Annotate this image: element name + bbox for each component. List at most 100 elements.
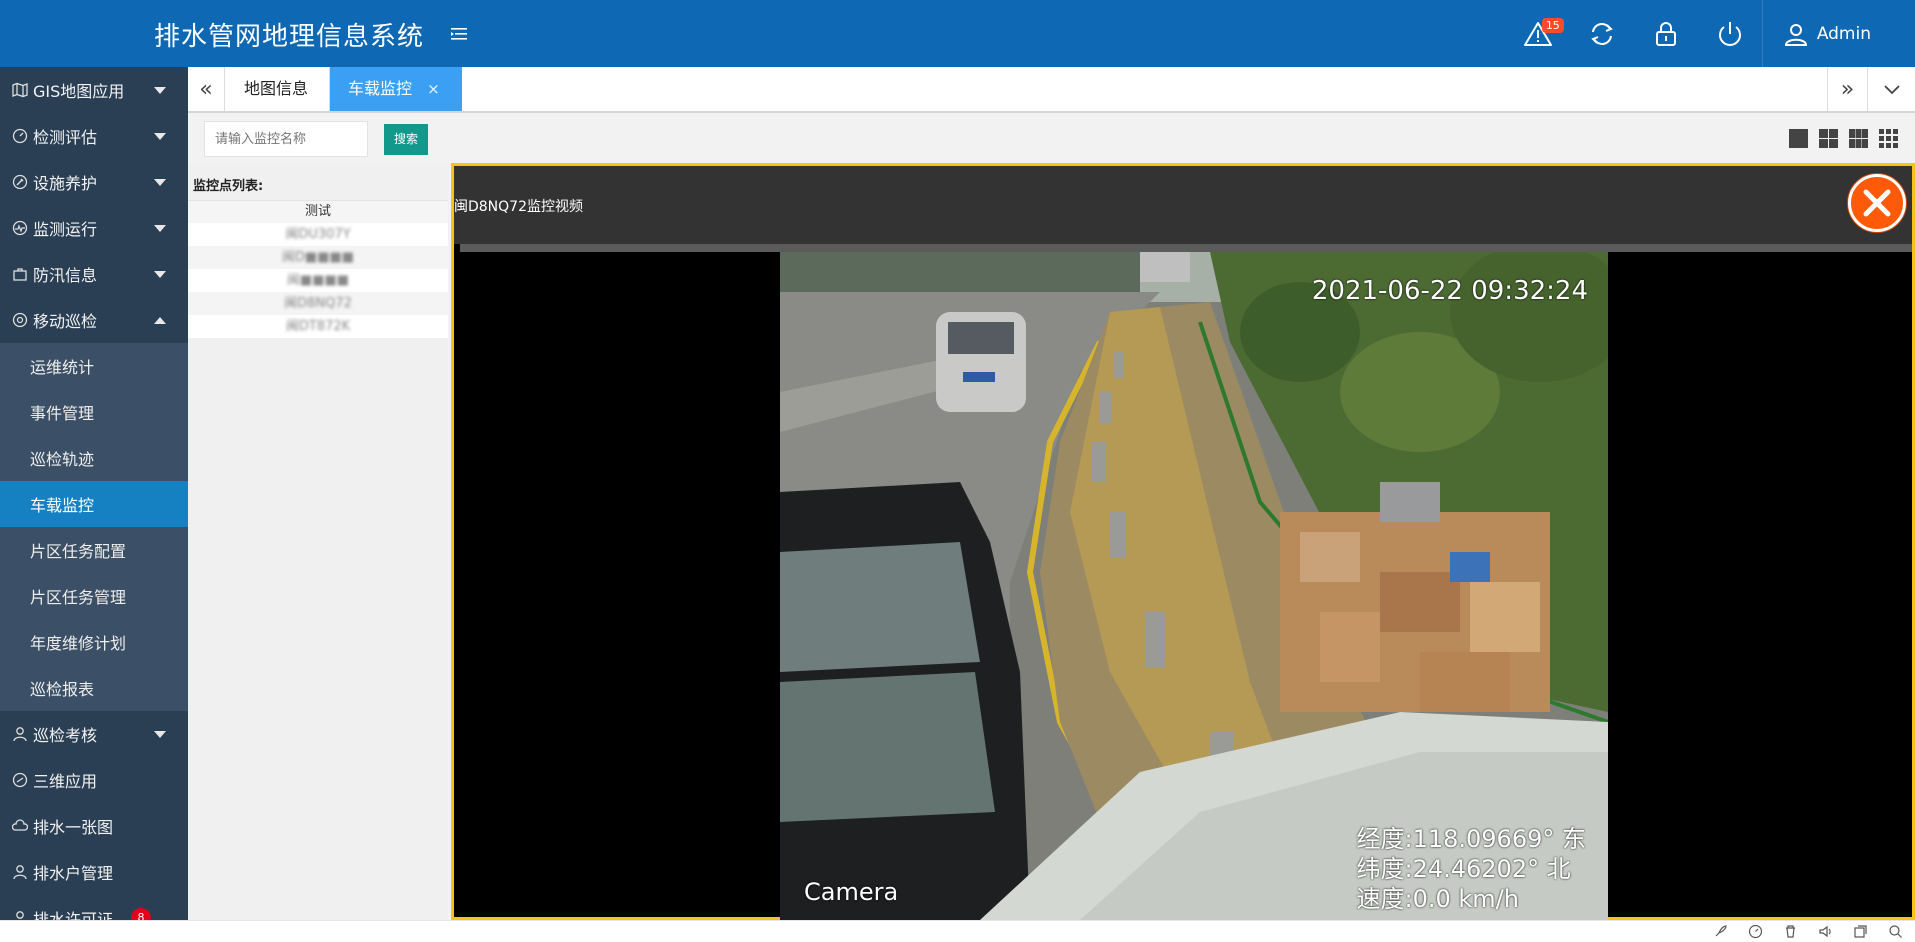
user-icon bbox=[13, 727, 27, 742]
briefcase-icon bbox=[13, 268, 27, 281]
search-input[interactable] bbox=[204, 121, 368, 157]
sidebar: GIS地图应用 检测评估 设施养护 监测运行 防汛信息 移动巡检 运维统计 事件… bbox=[0, 67, 188, 920]
sidebar-subitem-annual-repair-plan[interactable]: 年度维修计划 bbox=[0, 619, 188, 665]
sidebar-item-inspection-eval[interactable]: 检测评估 bbox=[0, 113, 188, 159]
sidebar-item-flood-info[interactable]: 防汛信息 bbox=[0, 251, 188, 297]
menu-toggle-icon[interactable] bbox=[450, 26, 468, 42]
top-header: 排水管网地理信息系统 15 Admin bbox=[0, 0, 1915, 67]
double-chevron-right-icon: » bbox=[1840, 76, 1855, 102]
window-icon[interactable] bbox=[1853, 924, 1868, 939]
sidebar-item-mobile-inspection[interactable]: 移动巡检 bbox=[0, 297, 188, 343]
layout-1x1-icon[interactable] bbox=[1788, 128, 1809, 149]
trash-icon[interactable] bbox=[1783, 924, 1798, 939]
lock-icon bbox=[1655, 21, 1676, 46]
layout-switcher bbox=[1788, 128, 1899, 149]
speed-icon[interactable] bbox=[1748, 924, 1763, 939]
camera-label: Camera bbox=[804, 878, 899, 906]
tab-vehicle-monitor[interactable]: 车载监控 × bbox=[330, 67, 462, 111]
monitor-plate: 闽D■■■■ bbox=[281, 250, 355, 265]
longitude-readout: 经度:118.09669° 东 bbox=[1356, 825, 1587, 853]
sidebar-item-drainage-user-mgmt[interactable]: 排水户管理 bbox=[0, 849, 188, 895]
volume-icon[interactable] bbox=[1818, 924, 1833, 939]
refresh-button[interactable] bbox=[1570, 0, 1634, 67]
sidebar-subitem-event-mgmt[interactable]: 事件管理 bbox=[0, 389, 188, 435]
double-chevron-left-icon: « bbox=[199, 76, 213, 102]
tab-close-icon[interactable]: × bbox=[427, 80, 440, 98]
alert-count-badge: 15 bbox=[1541, 18, 1564, 33]
sidebar-item-label: 排水一张图 bbox=[33, 818, 114, 837]
monitor-list-item[interactable]: 闽■■■■ bbox=[188, 269, 448, 292]
chevron-down-icon bbox=[154, 87, 166, 94]
pulse-icon bbox=[12, 220, 28, 236]
sidebar-item-label: 检测评估 bbox=[33, 128, 98, 147]
close-video-button[interactable] bbox=[1848, 174, 1906, 232]
rocket-icon[interactable] bbox=[1713, 924, 1728, 939]
sidebar-item-label: 排水户管理 bbox=[33, 864, 114, 883]
sidebar-subitem-ops-stats[interactable]: 运维统计 bbox=[0, 343, 188, 389]
search-button[interactable]: 搜索 bbox=[384, 124, 428, 155]
cloud-icon bbox=[12, 819, 28, 831]
speed-readout: 速度:0.0 km/h bbox=[1356, 885, 1519, 913]
user-menu[interactable]: Admin bbox=[1761, 0, 1915, 67]
tab-scroll-right-button[interactable]: » bbox=[1827, 67, 1867, 111]
latitude-readout: 纬度:24.46202° 北 bbox=[1356, 855, 1571, 883]
sidebar-item-label: GIS地图应用 bbox=[33, 82, 125, 101]
chevron-up-icon bbox=[154, 317, 166, 324]
video-stream[interactable]: 2021-06-22 09:32:24 Camera 经度:118.09669°… bbox=[780, 252, 1608, 920]
sidebar-item-label: 排水许可证 bbox=[33, 910, 114, 920]
gauge-icon bbox=[12, 772, 28, 788]
sidebar-subitem-vehicle-monitor[interactable]: 车载监控 bbox=[0, 481, 188, 527]
sidebar-subitem-area-task-config[interactable]: 片区任务配置 bbox=[0, 527, 188, 573]
refresh-icon bbox=[1591, 22, 1613, 45]
chevron-down-icon bbox=[1883, 85, 1900, 95]
monitor-plate: 闽DU307Y bbox=[285, 227, 351, 242]
search-icon[interactable] bbox=[1888, 924, 1903, 939]
monitor-list-title: 监控点列表: bbox=[193, 179, 264, 194]
sidebar-item-label: 防汛信息 bbox=[33, 266, 98, 285]
sidebar-item-drainage-map[interactable]: 排水一张图 bbox=[0, 803, 188, 849]
close-icon bbox=[1863, 189, 1891, 217]
sidebar-item-label: 移动巡检 bbox=[33, 312, 98, 331]
sidebar-item-patrol-assessment[interactable]: 巡检考核 bbox=[0, 711, 188, 757]
alert-button[interactable]: 15 bbox=[1506, 0, 1570, 67]
sidebar-item-monitoring[interactable]: 监测运行 bbox=[0, 205, 188, 251]
permit-count-badge: 8 bbox=[131, 908, 152, 920]
sidebar-subitem-patrol-report[interactable]: 巡检报表 bbox=[0, 665, 188, 711]
chevron-down-icon bbox=[154, 731, 166, 738]
power-button[interactable] bbox=[1698, 0, 1762, 67]
sidebar-subitem-area-task-mgmt[interactable]: 片区任务管理 bbox=[0, 573, 188, 619]
gauge-icon bbox=[12, 128, 28, 144]
tab-map-info[interactable]: 地图信息 bbox=[226, 67, 330, 111]
tab-scroll-left-button[interactable]: « bbox=[188, 67, 225, 111]
tab-label: 车载监控 bbox=[348, 79, 413, 98]
tab-menu-button[interactable] bbox=[1867, 67, 1915, 111]
sidebar-item-label: 三维应用 bbox=[33, 772, 98, 791]
sidebar-item-label: 监测运行 bbox=[33, 220, 98, 239]
lock-button[interactable] bbox=[1634, 0, 1698, 67]
monitor-list-item[interactable]: 闽D8NQ72 bbox=[188, 292, 448, 315]
sidebar-item-drainage-permit[interactable]: 排水许可证 8 bbox=[0, 895, 188, 920]
power-icon bbox=[1718, 21, 1741, 46]
video-title: 闽D8NQ72监控视频 bbox=[454, 199, 583, 215]
monitor-list-item[interactable]: 闽DU307Y bbox=[188, 223, 448, 246]
monitor-list-item[interactable]: 闽DT872K bbox=[188, 315, 448, 338]
layout-3x3-icon[interactable] bbox=[1848, 128, 1869, 149]
sidebar-submenu: 运维统计 事件管理 巡检轨迹 车载监控 片区任务配置 片区任务管理 年度维修计划… bbox=[0, 343, 188, 711]
layout-4x4-icon[interactable] bbox=[1878, 128, 1899, 149]
monitor-list-item[interactable]: 闽D■■■■ bbox=[188, 246, 448, 269]
layout-2x2-icon[interactable] bbox=[1818, 128, 1839, 149]
monitor-list-panel: 监控点列表: 测试 闽DU307Y 闽D■■■■ 闽■■■■ 闽D8NQ72 闽… bbox=[188, 165, 448, 920]
sidebar-item-maintenance[interactable]: 设施养护 bbox=[0, 159, 188, 205]
sidebar-item-gis[interactable]: GIS地图应用 bbox=[0, 67, 188, 113]
user-icon bbox=[13, 865, 27, 880]
video-panel: 闽D8NQ72监控视频 2021-06-22 09:32:24 Camera 经… bbox=[451, 163, 1915, 920]
wrench-icon bbox=[12, 174, 28, 190]
monitor-group-header[interactable]: 测试 bbox=[188, 201, 448, 223]
bottom-status-bar bbox=[0, 920, 1915, 942]
sidebar-subitem-patrol-track[interactable]: 巡检轨迹 bbox=[0, 435, 188, 481]
user-name: Admin bbox=[1816, 23, 1871, 44]
app-title: 排水管网地理信息系统 bbox=[154, 22, 425, 52]
sidebar-item-3d[interactable]: 三维应用 bbox=[0, 757, 188, 803]
monitor-list: 测试 闽DU307Y 闽D■■■■ 闽■■■■ 闽D8NQ72 闽DT872K bbox=[188, 200, 448, 338]
camera-feed-image bbox=[780, 252, 1608, 920]
